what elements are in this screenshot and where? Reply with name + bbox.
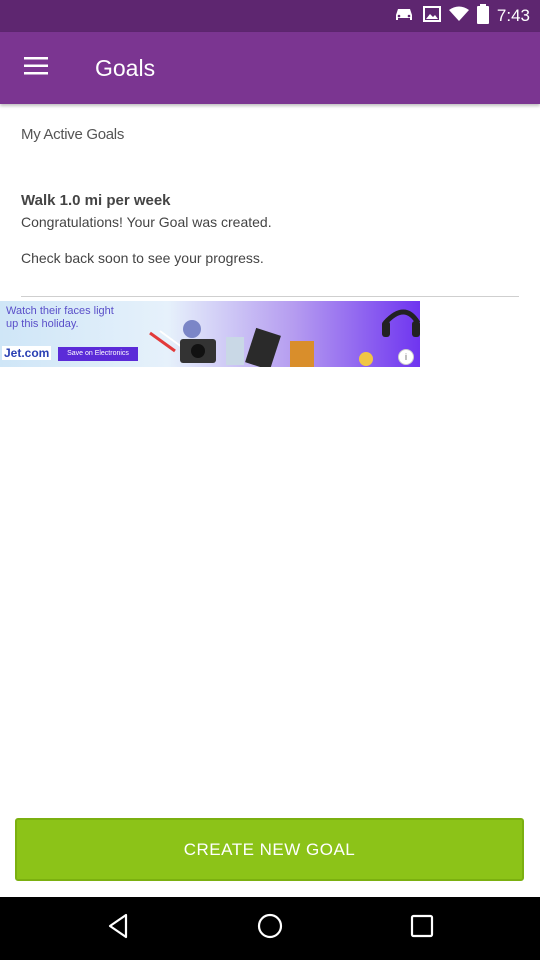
ad-logo: Jet.com — [2, 346, 52, 360]
goal-progress-note: Check back soon to see your progress. — [21, 250, 264, 266]
hamburger-menu-icon — [24, 56, 48, 80]
menu-button[interactable] — [14, 46, 58, 90]
wifi-icon — [448, 6, 469, 27]
home-icon — [256, 912, 284, 945]
navigation-bar — [0, 897, 540, 960]
goal-title: Walk 1.0 mi per week — [21, 192, 171, 209]
section-title: My Active Goals — [21, 126, 125, 143]
gallery-icon — [422, 5, 441, 27]
recents-icon — [410, 914, 434, 943]
ad-cta-button[interactable]: Save on Electronics — [58, 347, 138, 361]
car-icon — [393, 6, 415, 27]
home-button[interactable] — [230, 897, 310, 960]
app-bar: Goals — [0, 32, 540, 104]
goal-card[interactable]: Walk 1.0 mi per week Congratulations! Yo… — [21, 190, 519, 297]
page-title: Goals — [95, 55, 156, 81]
back-icon — [106, 913, 130, 944]
ad-banner[interactable]: Watch their faces light up this holiday.… — [0, 301, 420, 367]
goal-message: Congratulations! Your Goal was created. — [21, 214, 272, 230]
recents-button[interactable] — [382, 897, 462, 960]
status-time: 7:43 — [496, 6, 530, 25]
status-icons: 7:43 — [393, 0, 530, 32]
back-button[interactable] — [78, 897, 158, 960]
battery-icon — [476, 3, 489, 29]
create-new-goal-button[interactable]: CREATE NEW GOAL — [15, 818, 524, 881]
status-bar: 7:43 — [0, 0, 540, 32]
info-icon[interactable]: i — [398, 349, 414, 365]
